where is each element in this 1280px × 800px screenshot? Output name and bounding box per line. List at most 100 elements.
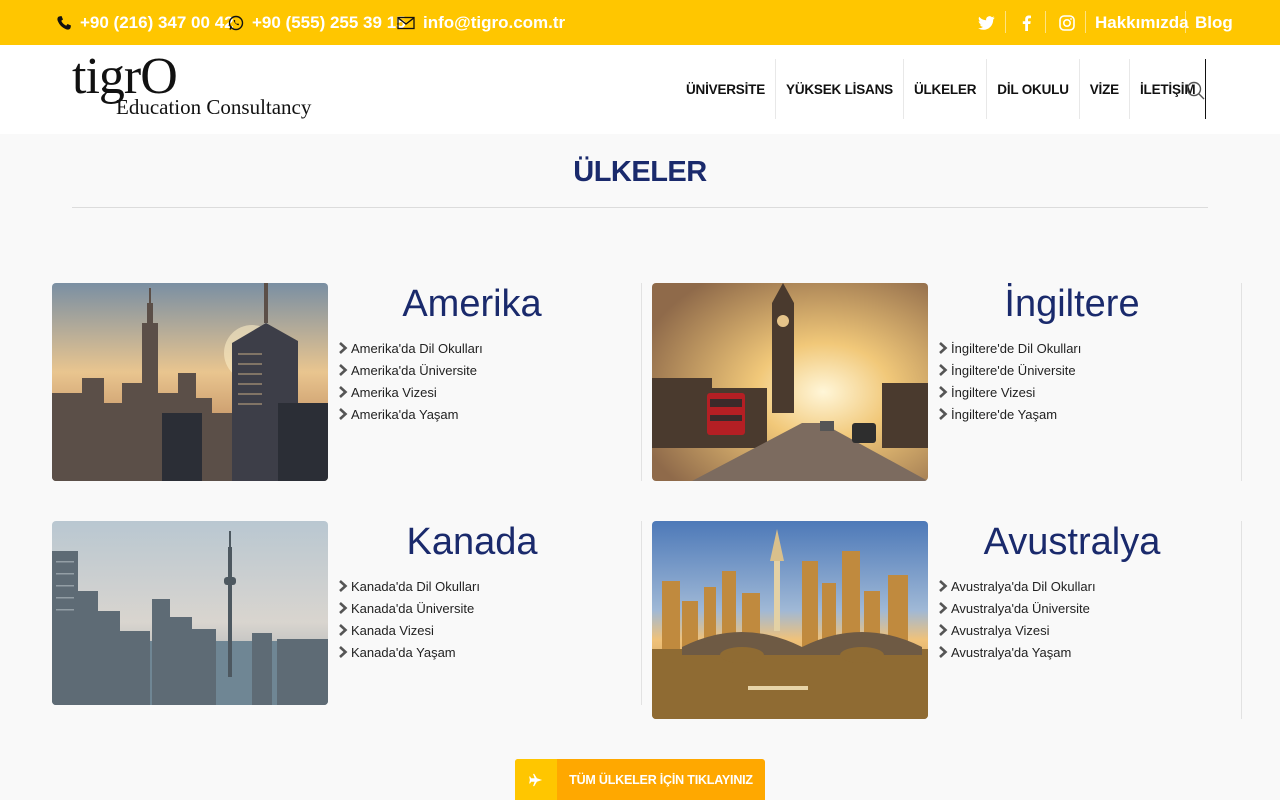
country-link-label: Avustralya'da Üniversite bbox=[951, 600, 1090, 616]
search-icon[interactable] bbox=[1184, 79, 1208, 103]
country-link-label: Amerika Vizesi bbox=[351, 384, 437, 400]
email-address: info@tigro.com.tr bbox=[423, 12, 566, 32]
country-link[interactable]: Avustralya Vizesi bbox=[938, 619, 1096, 641]
envelope-icon bbox=[397, 16, 415, 30]
card-divider bbox=[641, 283, 642, 481]
title-divider bbox=[72, 207, 1208, 208]
page-title: ÜLKELER bbox=[573, 156, 707, 188]
country-link-label: Amerika'da Dil Okulları bbox=[351, 340, 483, 356]
country-link-label: Amerika'da Yaşam bbox=[351, 406, 459, 422]
twitter-icon[interactable] bbox=[966, 0, 1006, 45]
country-card-avustralya: Avustralya Avustralya'da Dil Okulları Av… bbox=[652, 521, 1232, 719]
country-link[interactable]: Avustralya'da Üniversite bbox=[938, 597, 1096, 619]
airplane-icon bbox=[515, 759, 557, 800]
blog-link[interactable]: Blog bbox=[1195, 0, 1233, 45]
country-link[interactable]: Avustralya'da Yaşam bbox=[938, 641, 1096, 663]
all-countries-label: TÜM ÜLKELER İÇİN TIKLAYINIZ bbox=[569, 772, 753, 787]
site-logo[interactable]: tigrO Education Consultancy bbox=[72, 51, 352, 123]
top-contact-bar: +90 (216) 347 00 42 +90 (555) 255 39 15 … bbox=[0, 0, 1280, 45]
whatsapp-icon bbox=[228, 15, 244, 31]
country-link-label: Avustralya Vizesi bbox=[951, 622, 1050, 638]
country-card-kanada: Kanada Kanada'da Dil Okulları Kanada'da … bbox=[52, 521, 632, 705]
chevron-right-icon bbox=[939, 624, 948, 636]
logo-tagline: Education Consultancy bbox=[116, 95, 312, 119]
country-link[interactable]: Amerika'da Yaşam bbox=[338, 403, 483, 425]
chevron-right-icon bbox=[339, 580, 348, 592]
card-divider bbox=[1241, 283, 1242, 481]
nav-item-yuksek-lisans[interactable]: YÜKSEK LİSANS bbox=[776, 59, 904, 119]
country-card-amerika: Amerika Amerika'da Dil Okulları Amerika'… bbox=[52, 283, 632, 481]
chevron-right-icon bbox=[339, 602, 348, 614]
chevron-right-icon bbox=[939, 408, 948, 420]
nav-item-ulkeler[interactable]: ÜLKELER bbox=[904, 59, 988, 119]
country-link[interactable]: Kanada Vizesi bbox=[338, 619, 480, 641]
phone-icon bbox=[56, 15, 72, 31]
chevron-right-icon bbox=[939, 580, 948, 592]
about-link[interactable]: Hakkımızda bbox=[1095, 0, 1189, 45]
site-header: tigrO Education Consultancy ÜNİVERSİTE Y… bbox=[0, 45, 1280, 134]
chevron-right-icon bbox=[939, 602, 948, 614]
country-image-ingiltere[interactable] bbox=[652, 283, 928, 481]
country-link[interactable]: Kanada'da Yaşam bbox=[338, 641, 480, 663]
chevron-right-icon bbox=[339, 386, 348, 398]
nav-item-dil-okulu[interactable]: DİL OKULU bbox=[987, 59, 1080, 119]
phone-number-2: +90 (555) 255 39 15 bbox=[252, 12, 406, 32]
chevron-right-icon bbox=[339, 364, 348, 376]
country-link[interactable]: İngiltere Vizesi bbox=[938, 381, 1081, 403]
chevron-right-icon bbox=[339, 408, 348, 420]
country-links-kanada: Kanada'da Dil Okulları Kanada'da Ünivers… bbox=[338, 575, 480, 663]
main-nav: ÜNİVERSİTE YÜKSEK LİSANS ÜLKELER DİL OKU… bbox=[676, 59, 1207, 119]
country-link[interactable]: Avustralya'da Dil Okulları bbox=[938, 575, 1096, 597]
country-link-label: Avustralya'da Yaşam bbox=[951, 644, 1072, 660]
country-link-label: İngiltere Vizesi bbox=[951, 384, 1036, 400]
country-title-amerika[interactable]: Amerika bbox=[342, 283, 602, 325]
facebook-icon[interactable] bbox=[1006, 0, 1046, 45]
country-link[interactable]: Kanada'da Üniversite bbox=[338, 597, 480, 619]
country-links-amerika: Amerika'da Dil Okulları Amerika'da Ünive… bbox=[338, 337, 483, 425]
country-title-avustralya[interactable]: Avustralya bbox=[942, 521, 1202, 563]
country-link[interactable]: İngiltere'de Üniversite bbox=[938, 359, 1081, 381]
chevron-right-icon bbox=[939, 646, 948, 658]
country-link-label: İngiltere'de Yaşam bbox=[951, 406, 1058, 422]
country-image-kanada[interactable] bbox=[52, 521, 328, 705]
whatsapp-contact[interactable]: +90 (555) 255 39 15 bbox=[228, 0, 406, 45]
social-divider bbox=[1085, 11, 1086, 33]
nav-item-vize[interactable]: VİZE bbox=[1080, 59, 1130, 119]
country-link-label: Kanada'da Üniversite bbox=[351, 600, 475, 616]
country-image-amerika[interactable] bbox=[52, 283, 328, 481]
link-divider bbox=[1185, 11, 1186, 33]
country-title-kanada[interactable]: Kanada bbox=[342, 521, 602, 563]
chevron-right-icon bbox=[339, 646, 348, 658]
country-title-ingiltere[interactable]: İngiltere bbox=[942, 283, 1202, 325]
country-link-label: İngiltere'de Üniversite bbox=[951, 362, 1076, 378]
country-link[interactable]: Amerika'da Dil Okulları bbox=[338, 337, 483, 359]
chevron-right-icon bbox=[939, 342, 948, 354]
country-link-label: Avustralya'da Dil Okulları bbox=[951, 578, 1096, 594]
card-divider bbox=[1241, 521, 1242, 719]
country-link[interactable]: Amerika Vizesi bbox=[338, 381, 483, 403]
social-divider bbox=[1045, 11, 1046, 33]
country-image-avustralya[interactable] bbox=[652, 521, 928, 719]
country-links-ingiltere: İngiltere'de Dil Okulları İngiltere'de Ü… bbox=[938, 337, 1081, 425]
country-card-ingiltere: İngiltere İngiltere'de Dil Okulları İngi… bbox=[652, 283, 1232, 481]
nav-item-universite[interactable]: ÜNİVERSİTE bbox=[676, 59, 777, 119]
country-link-label: Kanada'da Dil Okulları bbox=[351, 578, 480, 594]
card-divider bbox=[641, 521, 642, 705]
chevron-right-icon bbox=[339, 342, 348, 354]
country-link-label: İngiltere'de Dil Okulları bbox=[951, 340, 1082, 356]
country-links-avustralya: Avustralya'da Dil Okulları Avustralya'da… bbox=[938, 575, 1096, 663]
country-link-label: Kanada'da Yaşam bbox=[351, 644, 456, 660]
all-countries-button[interactable]: TÜM ÜLKELER İÇİN TIKLAYINIZ bbox=[515, 759, 765, 800]
phone-contact[interactable]: +90 (216) 347 00 42 bbox=[56, 0, 234, 45]
instagram-icon[interactable] bbox=[1047, 0, 1087, 45]
country-link[interactable]: İngiltere'de Yaşam bbox=[938, 403, 1081, 425]
phone-number-1: +90 (216) 347 00 42 bbox=[80, 12, 234, 32]
chevron-right-icon bbox=[939, 364, 948, 376]
country-link[interactable]: İngiltere'de Dil Okulları bbox=[938, 337, 1081, 359]
country-link[interactable]: Kanada'da Dil Okulları bbox=[338, 575, 480, 597]
chevron-right-icon bbox=[339, 624, 348, 636]
email-contact[interactable]: info@tigro.com.tr bbox=[397, 0, 565, 45]
chevron-right-icon bbox=[939, 386, 948, 398]
country-link-label: Kanada Vizesi bbox=[351, 622, 434, 638]
country-link[interactable]: Amerika'da Üniversite bbox=[338, 359, 483, 381]
